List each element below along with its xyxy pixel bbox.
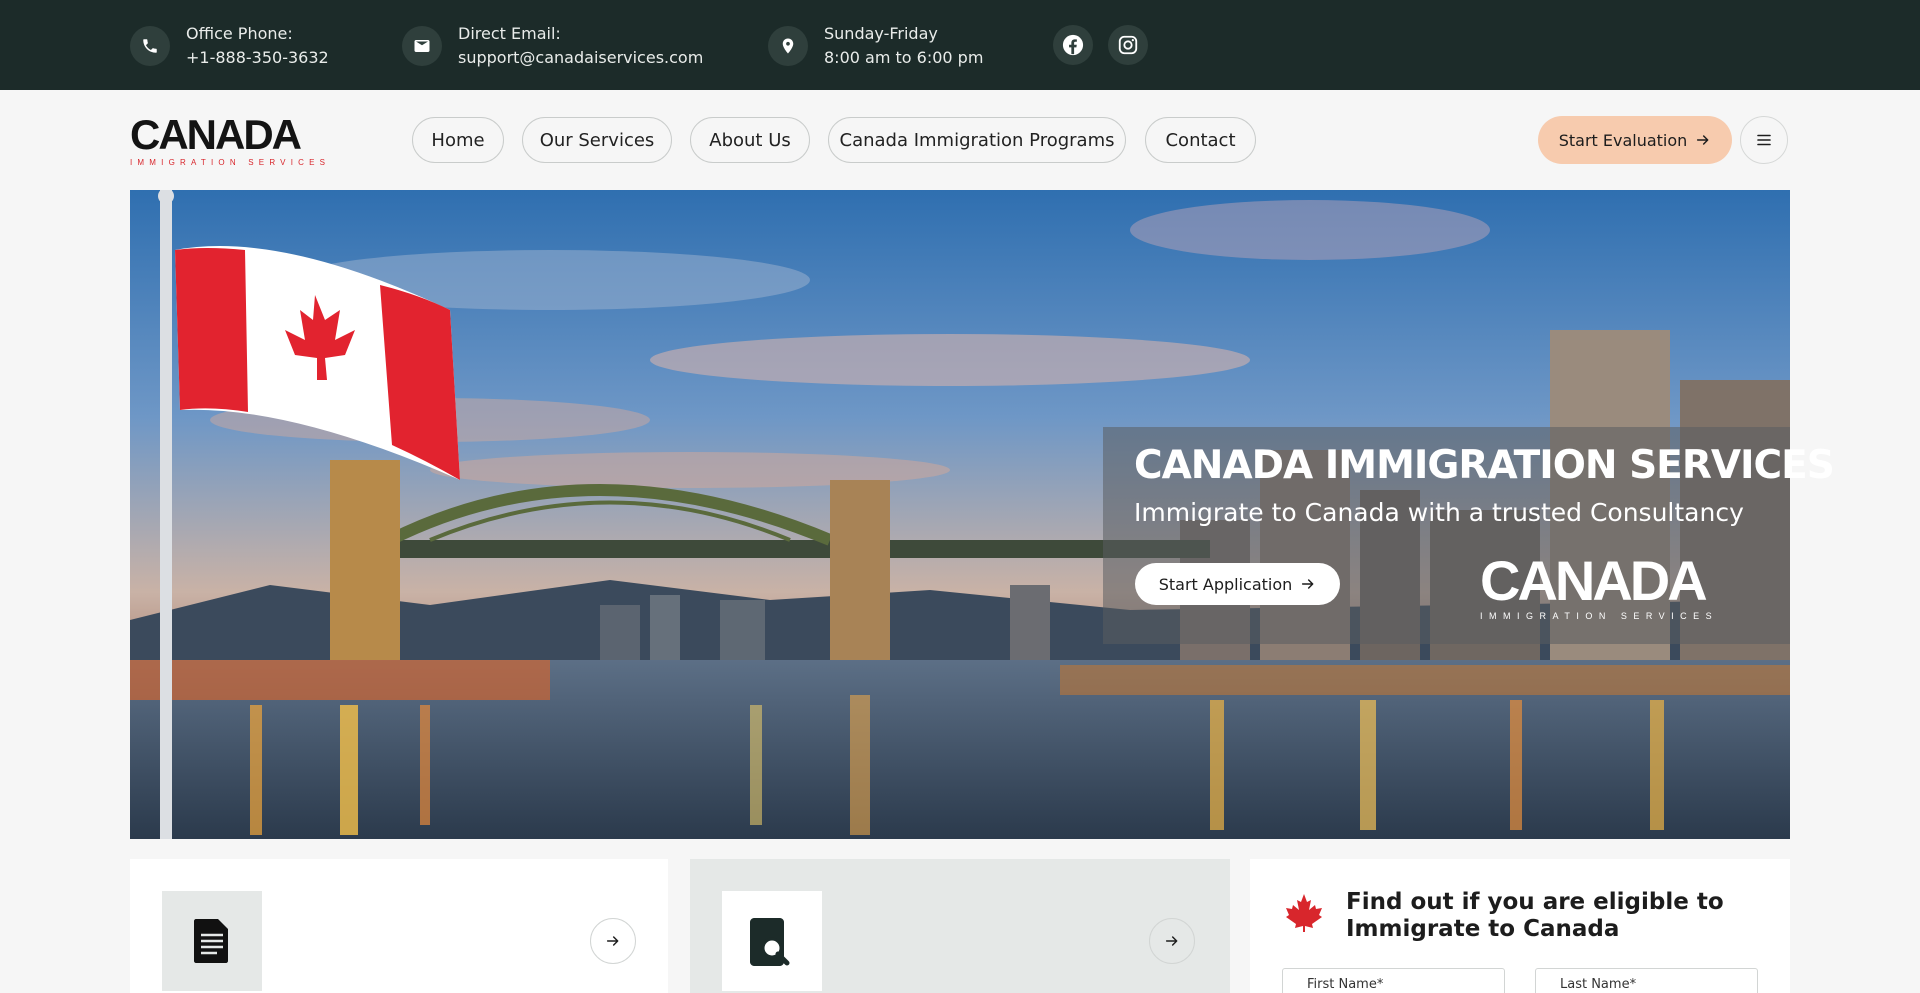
hamburger-menu-button[interactable] <box>1740 116 1788 164</box>
email-label: Direct Email: <box>458 24 561 43</box>
start-application-button[interactable]: Start Application <box>1135 563 1340 605</box>
card-icon-box <box>722 891 822 991</box>
hero-logo-tagline: IMMIGRATION SERVICES <box>1480 611 1719 621</box>
arrow-right-icon <box>606 936 619 946</box>
start-evaluation-button[interactable]: Start Evaluation <box>1538 116 1732 164</box>
location-pin-icon <box>768 26 808 66</box>
hero-logo-wordmark: CANADA <box>1480 549 1708 612</box>
nav-home[interactable]: Home <box>412 117 504 163</box>
service-card-documents[interactable] <box>130 859 668 993</box>
phone-number[interactable]: +1-888-350-3632 <box>186 46 329 70</box>
phone-label: Office Phone: <box>186 24 293 43</box>
mail-icon <box>402 26 442 66</box>
hero-subtitle: Immigrate to Canada with a trusted Consu… <box>1134 498 1744 527</box>
nav-immigration-programs[interactable]: Canada Immigration Programs <box>828 117 1126 163</box>
site-logo[interactable]: CANADA IMMIGRATION SERVICES <box>130 111 331 168</box>
logo-tagline: IMMIGRATION SERVICES <box>130 158 331 167</box>
last-name-field[interactable]: Last Name* <box>1535 968 1758 993</box>
card-arrow-button[interactable] <box>1149 918 1195 964</box>
start-evaluation-label: Start Evaluation <box>1558 130 1688 150</box>
email-contact[interactable]: Direct Email: support@canadaiservices.co… <box>402 22 703 70</box>
hero-logo: CANADA IMMIGRATION SERVICES <box>1480 549 1725 622</box>
hours-label: Sunday-Friday <box>824 24 938 43</box>
arrow-right-icon <box>1165 936 1178 946</box>
nav-contact[interactable]: Contact <box>1145 117 1256 163</box>
nav-about-us[interactable]: About Us <box>690 117 810 163</box>
first-name-field[interactable]: First Name* <box>1282 968 1505 993</box>
logo-wordmark: CANADA <box>130 111 302 158</box>
phone-contact[interactable]: Office Phone: +1-888-350-3632 <box>130 22 329 70</box>
document-search-icon <box>750 918 790 966</box>
facebook-icon[interactable] <box>1053 25 1093 65</box>
nav-our-services[interactable]: Our Services <box>522 117 672 163</box>
arrow-right-icon <box>1302 579 1314 589</box>
hours-info: Sunday-Friday 8:00 am to 6:00 pm <box>768 22 983 70</box>
hamburger-icon <box>1757 134 1771 146</box>
service-card-search[interactable] <box>690 859 1230 993</box>
hero-title: CANADA IMMIGRATION SERVICES <box>1134 443 1835 488</box>
eligibility-form-card: Find out if you are eligible to Immigrat… <box>1250 859 1790 993</box>
phone-icon <box>130 26 170 66</box>
hours-value: 8:00 am to 6:00 pm <box>824 48 984 67</box>
document-icon <box>194 919 228 963</box>
arrow-right-icon <box>1697 135 1709 145</box>
card-arrow-button[interactable] <box>590 918 636 964</box>
email-address[interactable]: support@canadaiservices.com <box>458 46 703 70</box>
instagram-icon[interactable] <box>1108 25 1148 65</box>
start-application-label: Start Application <box>1158 574 1293 594</box>
top-bar: Office Phone: +1-888-350-3632 Direct Ema… <box>0 0 1920 90</box>
eligibility-title: Find out if you are eligible to Immigrat… <box>1346 889 1724 942</box>
maple-leaf-icon <box>1286 894 1322 932</box>
card-icon-box <box>162 891 262 991</box>
